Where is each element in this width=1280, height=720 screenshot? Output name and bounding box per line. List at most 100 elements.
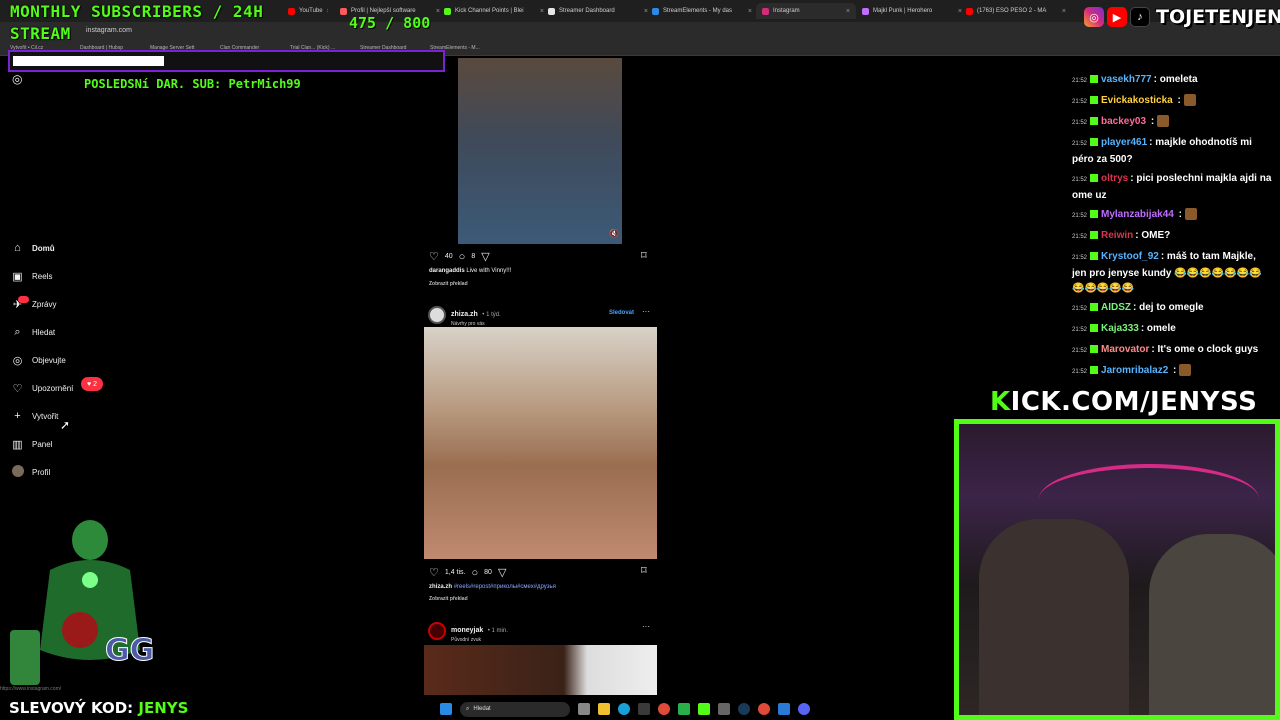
kick-icon[interactable]	[698, 703, 710, 715]
sidebar-item-objevujte[interactable]: ◎ Objevujte	[11, 352, 66, 368]
caption-user[interactable]: darangaddis	[429, 268, 465, 274]
chat-username[interactable]: Evickakosticka	[1101, 95, 1173, 106]
sidebar-item-panel[interactable]: ▥ Panel	[11, 436, 52, 452]
more-options-icon[interactable]: ···	[642, 622, 650, 631]
post-2-likes: 1,4 tis.	[444, 569, 466, 576]
discord-icon[interactable]	[798, 703, 810, 715]
post-3-subtitle: Původní zvuk	[451, 637, 482, 643]
close-tab-icon[interactable]: ×	[327, 8, 328, 15]
mascot-image: GG	[10, 520, 155, 685]
sidebar-item-profil[interactable]: Profil	[11, 464, 50, 480]
chat-message: 21:52 Jaromribalaz2 :	[1072, 363, 1272, 380]
sidebar-item-label: Reels	[32, 271, 53, 281]
tab-favicon-icon	[340, 7, 347, 15]
browser-tab[interactable]: Kick Channel Points | Blei ×	[444, 3, 544, 19]
follow-button[interactable]: Sledovat	[609, 310, 634, 316]
post-2-age: • 1 týd.	[482, 312, 501, 318]
chat-username[interactable]: Marovator	[1101, 344, 1149, 355]
close-tab-icon[interactable]: ×	[958, 8, 962, 15]
tab-favicon-icon	[862, 7, 869, 15]
chat-username[interactable]: Mylanzabijak44	[1101, 209, 1174, 220]
post-2-username[interactable]: zhiza.zh	[451, 311, 478, 318]
comment-icon[interactable]: ○	[472, 567, 479, 579]
app-icon[interactable]	[678, 703, 690, 715]
post-1-comments: 8	[471, 253, 476, 260]
store-icon[interactable]	[638, 703, 650, 715]
caption-user[interactable]: zhiza.zh	[429, 584, 452, 590]
windows-taskbar: ⌕ Hledat	[440, 698, 840, 720]
messages-badge	[18, 296, 29, 303]
sidebar-item-upozornění[interactable]: ♡ Upozornění	[11, 380, 74, 396]
post-2-video[interactable]	[424, 327, 657, 559]
close-tab-icon[interactable]: ×	[1062, 8, 1066, 15]
windows-start-icon[interactable]	[440, 703, 452, 715]
chat-message: 21:52 Krystoof_92: máš to tam Majkle, jen…	[1072, 249, 1272, 296]
sub-goal-progress-fill	[13, 56, 164, 66]
chat-username[interactable]: oltrys	[1101, 173, 1128, 184]
browser-tab[interactable]: Streamer Dashboard ×	[548, 3, 648, 19]
mute-icon[interactable]: 🔇	[609, 229, 619, 238]
close-tab-icon[interactable]: ×	[644, 8, 648, 15]
browser-tab[interactable]: Majkl Punk | Herohero ×	[862, 3, 962, 19]
youtube-icon: ▶	[1107, 7, 1127, 27]
sidebar-item-label: Domů	[32, 243, 55, 253]
url-text[interactable]: instagram.com	[86, 27, 132, 34]
post-2-caption: zhiza.zh #reels#repost#приколы#смех#друз…	[429, 584, 556, 590]
chat-username[interactable]: AIDSZ	[1101, 302, 1131, 313]
chat-username[interactable]: player461	[1101, 137, 1147, 148]
notifications-count: 2	[93, 380, 97, 388]
like-icon[interactable]: ♡	[429, 566, 439, 579]
browser-tab[interactable]: YouTube ×	[288, 3, 328, 19]
browser-tab[interactable]: (1763) ESO PESO 2 - MA ×	[966, 3, 1066, 19]
post-3-username[interactable]: moneyjak	[451, 627, 483, 634]
instagram-icon[interactable]: ◎	[12, 72, 22, 86]
caption-tags[interactable]: #reels#repost#приколы#смех#друзья	[454, 584, 556, 590]
post-3-video[interactable]	[424, 645, 657, 695]
task-view-icon[interactable]	[578, 703, 590, 715]
chat-username[interactable]: Krystoof_92	[1101, 251, 1159, 262]
share-icon[interactable]: ▽	[498, 566, 506, 579]
chat-message: 21:52 backey03 :	[1072, 114, 1272, 131]
file-explorer-icon[interactable]	[598, 703, 610, 715]
post-1-video[interactable]: 🔇	[458, 58, 622, 244]
save-icon[interactable]: ⌑	[641, 249, 647, 262]
steam-icon[interactable]	[738, 703, 750, 715]
like-icon[interactable]: ♡	[429, 250, 439, 263]
chat-username[interactable]: Reiwin	[1101, 230, 1133, 241]
sidebar-item-hledat[interactable]: ⌕ Hledat	[11, 324, 55, 340]
sidebar-item-vytvořit[interactable]: + Vytvořit	[11, 408, 58, 424]
see-translation-link[interactable]: Zobrazit překlad	[429, 596, 468, 602]
app-icon[interactable]	[718, 703, 730, 715]
person-left	[979, 519, 1129, 715]
share-icon[interactable]: ▽	[481, 250, 489, 263]
see-translation-link[interactable]: Zobrazit překlad	[429, 281, 468, 287]
chat-message: 21:52 Reiwin: OME?	[1072, 228, 1272, 245]
chat-username[interactable]: Jaromribalaz2	[1101, 365, 1168, 376]
chat-text: : omeleta	[1153, 74, 1198, 85]
notes-icon[interactable]	[778, 703, 790, 715]
sidebar-item-reels[interactable]: ▣ Reels	[11, 268, 52, 284]
save-icon[interactable]: ⌑	[641, 564, 647, 577]
browser-tab[interactable]: StreamElements - My das ×	[652, 3, 752, 19]
chrome-icon[interactable]	[658, 703, 670, 715]
browser-tab[interactable]: Instagram ×	[756, 3, 856, 19]
chat-username[interactable]: Kaja333	[1101, 323, 1139, 334]
chat-username[interactable]: backey03	[1101, 116, 1146, 127]
chat-text: :	[1175, 209, 1182, 220]
post-2-comments: 80	[484, 569, 492, 576]
post-3-avatar[interactable]	[428, 622, 446, 640]
edge-icon[interactable]	[618, 703, 630, 715]
post-2-avatar[interactable]	[428, 306, 446, 324]
sub-goal-count: 475 / 800	[349, 14, 431, 32]
close-tab-icon[interactable]: ×	[540, 8, 544, 15]
chrome-icon[interactable]	[758, 703, 770, 715]
taskbar-search[interactable]: ⌕ Hledat	[460, 701, 570, 717]
close-tab-icon[interactable]: ×	[436, 8, 440, 15]
close-tab-icon[interactable]: ×	[846, 8, 850, 15]
more-options-icon[interactable]: ···	[642, 307, 650, 316]
tab-favicon-icon	[652, 7, 659, 15]
close-tab-icon[interactable]: ×	[748, 8, 752, 15]
comment-icon[interactable]: ○	[459, 251, 466, 263]
chat-username[interactable]: vasekh777	[1101, 74, 1152, 85]
sidebar-item-domů[interactable]: ⌂ Domů	[11, 240, 55, 256]
